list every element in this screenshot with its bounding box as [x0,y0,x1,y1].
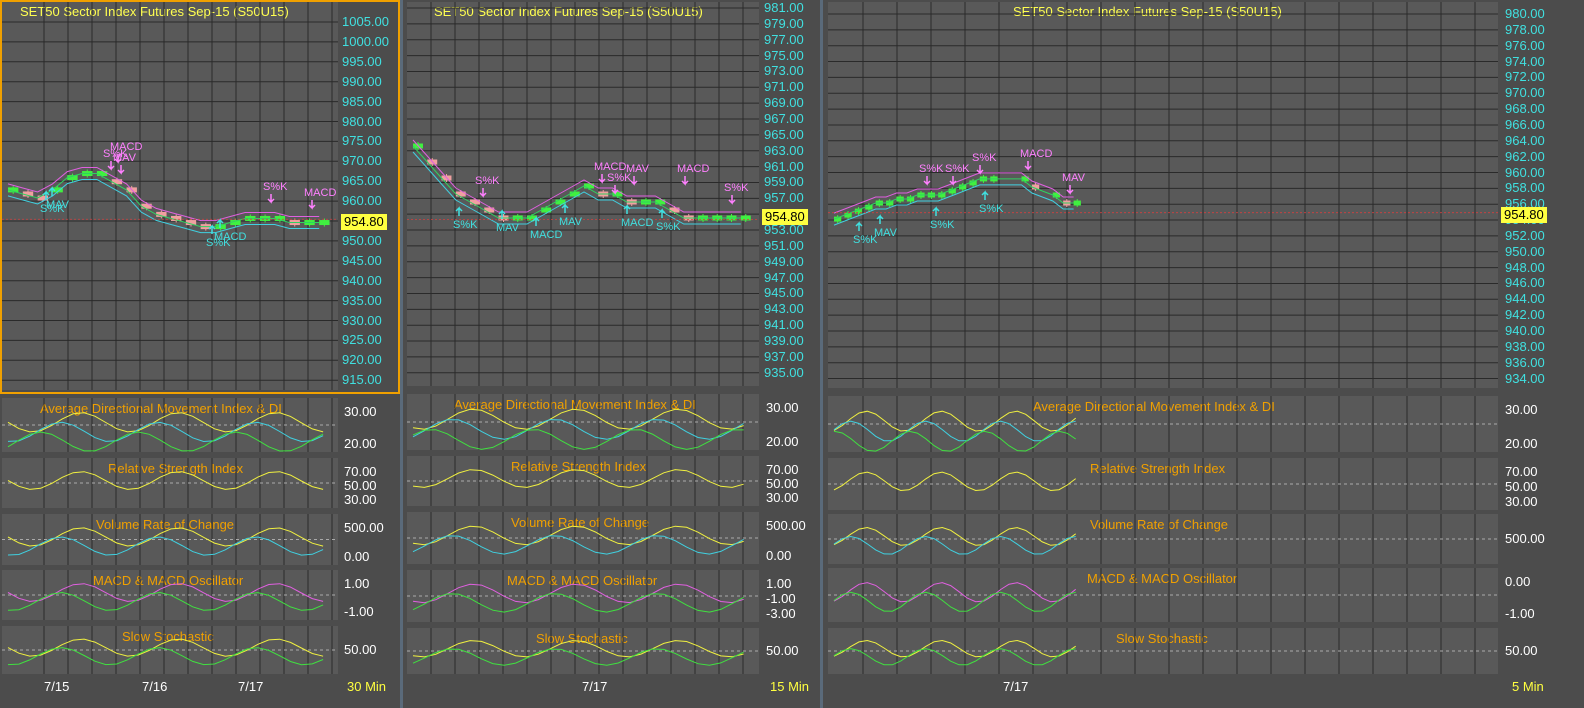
indicator-line [833,410,1077,432]
candle [1073,200,1081,206]
chart-overlay: MACDS%KMAVS%K MACDS%KMAVMACDS%KS%KMACDS%K… [2,2,1498,674]
sell-arrow-icon [267,194,275,204]
sell-arrow-icon [630,176,638,186]
buy-signal-label: S%K [453,219,478,231]
sell-signal-label: S%K [945,163,970,175]
sell-arrow-icon [479,188,487,198]
buy-signal-label: S%K [656,221,681,233]
indicator-line [833,582,1077,603]
buy-signal-label: S%K [930,219,955,231]
sell-arrow-icon [611,185,619,195]
sell-arrow-icon [681,176,689,186]
sell-arrow-icon [949,176,957,186]
sell-arrow-icon [598,174,606,184]
candle [319,220,330,226]
buy-signal-label: S%K [979,203,1004,215]
candle [96,171,108,177]
sell-signal-label: S%K [724,182,749,194]
sell-arrow-icon [728,195,736,205]
indicator-line [833,430,1076,452]
buy-signal-label: S%K [206,237,231,249]
candle [740,215,751,221]
sell-signal-label: MACD [1020,148,1052,160]
buy-arrow-icon [561,203,569,213]
buy-arrow-icon [855,221,863,231]
sell-signal-label: MAV [113,152,137,164]
indicator-line [833,471,1077,492]
indicator-line [412,525,744,546]
buy-signal-label: MAV [496,222,520,234]
candle [141,203,152,209]
indicator-line [412,583,744,604]
candle [111,179,123,185]
sell-signal-label: MAV [1062,172,1086,184]
buy-arrow-icon [532,216,540,226]
buy-arrow-icon [981,190,989,200]
indicator-line [412,419,744,440]
sell-signal-label: S%K [475,175,500,187]
sell-signal-label: S%K [263,181,288,193]
indicator-line [7,471,324,490]
sell-signal-label: S%K [972,152,997,164]
sell-arrow-icon [976,165,984,175]
indicator-line [412,535,744,555]
sell-arrow-icon [1024,161,1032,171]
buy-arrow-icon [623,204,631,214]
indicator-line [412,469,744,488]
buy-signal-label: MACD [621,217,653,229]
indicator-line [7,431,324,452]
indicator-line [412,640,744,658]
sell-signal-label: MACD [304,187,336,199]
sell-signal-label: MACD [677,163,709,175]
indicator-line [412,408,744,430]
indicator-line [412,593,744,613]
buy-signal-label: MAV [874,227,898,239]
buy-arrow-icon [932,206,940,216]
sell-arrow-icon [1066,185,1074,195]
buy-signal-label: MAV [46,199,70,211]
sell-arrow-icon [117,165,125,175]
buy-signal-label: MACD [530,229,562,241]
sell-signal-label: S%K [919,163,944,175]
buy-arrow-icon [455,206,463,216]
buy-signal-label: MAV [559,216,583,228]
sell-arrow-icon [923,176,931,186]
indicator-line [833,526,1076,546]
indicator-line [833,639,1076,658]
indicator-line [412,429,744,450]
sell-signal-label: MAV [626,163,650,175]
